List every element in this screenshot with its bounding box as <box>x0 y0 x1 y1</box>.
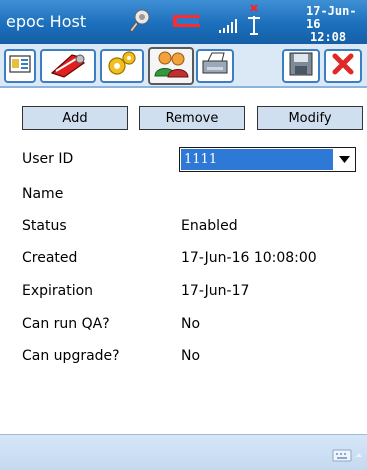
user-id-value: 1111 <box>181 149 333 170</box>
settings-icon <box>105 50 139 82</box>
app-title: epoc Host <box>6 12 87 31</box>
user-id-label: User ID <box>22 151 74 167</box>
signal-icon[interactable] <box>218 17 240 35</box>
add-button[interactable]: Add <box>22 106 128 130</box>
created-value: 17-Jun-16 10:08:00 <box>181 250 317 266</box>
name-label: Name <box>22 186 64 202</box>
settings-button[interactable] <box>100 49 144 83</box>
users-icon <box>153 50 189 82</box>
home-button[interactable] <box>4 49 36 83</box>
can-run-qa-value: No <box>181 316 201 332</box>
users-button[interactable] <box>148 47 194 85</box>
printer-icon <box>200 51 230 81</box>
clock[interactable]: 17-Jun-16 12:08 <box>306 5 364 44</box>
can-upgrade-label: Can upgrade? <box>22 348 120 364</box>
tools-icon <box>46 49 90 83</box>
clock-date: 17-Jun-16 <box>306 4 357 31</box>
user-id-select[interactable]: 1111 <box>179 147 356 172</box>
created-label: Created <box>22 250 78 266</box>
close-icon <box>329 50 357 82</box>
close-button[interactable] <box>324 49 362 83</box>
home-icon <box>8 53 32 79</box>
remove-button[interactable]: Remove <box>139 106 245 130</box>
expiration-label: Expiration <box>22 283 94 299</box>
no-connection-icon[interactable] <box>244 2 266 38</box>
save-icon <box>287 50 315 82</box>
printer-button[interactable] <box>196 49 234 83</box>
status-label: Status <box>22 218 67 234</box>
status-value: Enabled <box>181 218 238 234</box>
can-upgrade-value: No <box>181 348 201 364</box>
bottom-bar <box>0 434 367 470</box>
can-run-qa-label: Can run QA? <box>22 316 110 332</box>
clock-time: 12:08 <box>310 30 347 44</box>
save-button[interactable] <box>282 49 320 83</box>
battery-icon[interactable] <box>172 13 202 29</box>
expiration-value: 17-Jun-17 <box>181 283 250 299</box>
keyboard-icon[interactable] <box>332 447 364 462</box>
sync-icon[interactable] <box>126 8 152 36</box>
title-bar: epoc Host 17-Jun-16 12:08 <box>0 0 367 44</box>
modify-button[interactable]: Modify <box>257 106 363 130</box>
toolbar <box>0 44 367 88</box>
tools-button[interactable] <box>40 49 96 83</box>
chevron-down-icon[interactable] <box>334 148 355 171</box>
